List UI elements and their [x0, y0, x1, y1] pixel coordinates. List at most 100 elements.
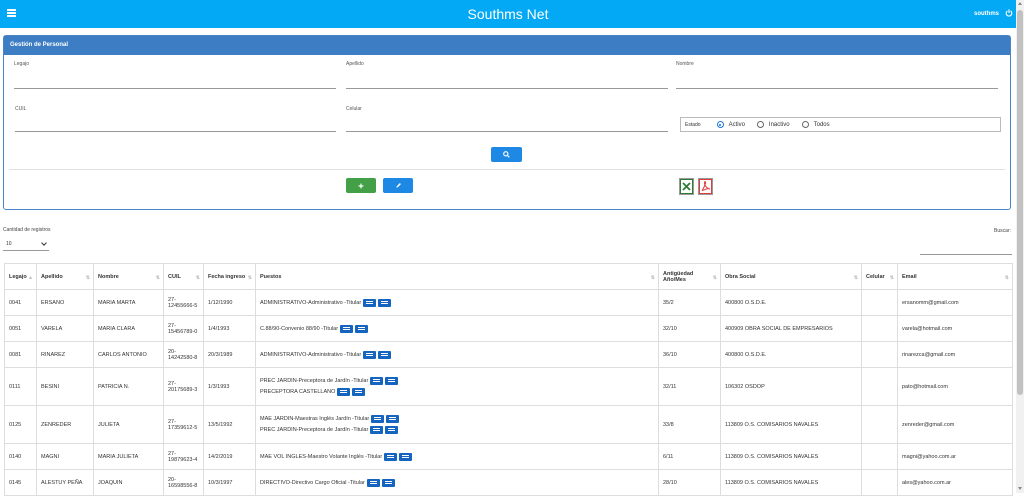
list-icon[interactable] [381, 478, 395, 487]
table-row[interactable]: 0111 BESINI PATRICIA N. 27-20175689-3 1/3/19… [4, 367, 1013, 406]
column-header[interactable]: Legajo ▲ [4, 263, 37, 290]
list-icon[interactable] [378, 298, 392, 307]
cell-puestos: DIRECTIVO-Directivo Cargo Oficial -Titul… [255, 469, 659, 496]
cell-fecha-ingreso: 1/12/1990 [203, 289, 256, 316]
add-personal-button[interactable] [346, 178, 376, 193]
column-header[interactable]: Nombre ⇅ [93, 263, 164, 290]
pdf-icon [699, 179, 712, 194]
scroll-up-arrow-icon[interactable] [1018, 2, 1022, 5]
radio-todos-label: Todos [813, 121, 830, 128]
list-icon[interactable] [378, 350, 392, 359]
sort-icon: ⇅ [853, 275, 858, 281]
legajo-field[interactable]: Legajo [14, 61, 336, 89]
column-header[interactable]: Celular ⇅ [861, 263, 898, 290]
table-row[interactable]: 0145 ALESTUY PEÑA JOAQUIN 20-16598556-8 10/3… [4, 469, 1013, 496]
nombre-label: Nombre [676, 61, 694, 67]
cell-obra-social: 400800 O.S.D.E. [720, 289, 862, 316]
cell-apellido: BESINI [36, 367, 94, 406]
id-card-icon[interactable] [340, 324, 354, 333]
list-icon[interactable] [385, 377, 399, 385]
cell-puestos: ADMINISTRATIVO-Administrativo -Titular [255, 341, 659, 368]
cell-obra-social: 113809 O.S. COMISARIOS NAVALES [720, 405, 862, 444]
list-icon[interactable] [352, 388, 366, 396]
puesto-entry: MAE JARDIN-Maestras Inglés Jardín -Titul… [260, 414, 654, 425]
id-card-icon[interactable] [363, 298, 377, 307]
pencil-icon [395, 183, 401, 188]
cell-nombre: MARIA JULIETA [93, 443, 164, 470]
sort-icon: ⇅ [650, 275, 655, 281]
id-card-icon[interactable] [384, 452, 398, 461]
cuil-label: CUIL [15, 106, 27, 112]
scrollbar-thumb[interactable] [1017, 10, 1023, 395]
sort-icon: ⇅ [712, 275, 717, 281]
id-card-icon[interactable] [370, 377, 384, 385]
nombre-field[interactable]: Nombre [676, 61, 998, 89]
cell-antiguedad: 32/11 [658, 367, 721, 406]
user-name[interactable]: southms [974, 11, 999, 17]
cell-obra-social: 400909 OBRA SOCIAL DE EMPRESARIOS [720, 315, 862, 342]
cell-puestos: ADMINISTRATIVO-Administrativo -Titular [255, 289, 659, 316]
edit-personal-button[interactable] [383, 178, 413, 193]
cell-apellido: RINAREZ [36, 341, 94, 368]
radio-inactivo[interactable]: Inactivo [756, 121, 790, 128]
cell-obra-social: 106302 OSDOP [720, 367, 862, 406]
radio-unchecked-icon [801, 121, 809, 128]
personal-filter-panel: Gestión de Personal Legajo Apellido Nomb… [3, 35, 1011, 210]
column-header[interactable]: Puestos ⇅ [255, 263, 659, 290]
cell-cuil: 27-19879623-4 [163, 443, 204, 470]
cell-cuil: 27-20175689-3 [163, 367, 204, 406]
power-icon[interactable] [1005, 9, 1013, 17]
table-row[interactable]: 0051 VARELA MARIA CLARA 27-15456789-0 1/4/19… [4, 315, 1013, 342]
excel-export-button[interactable] [679, 178, 694, 195]
table-row[interactable]: 0140 MAGNI MARIA JULIETA 27-19879623-4 14/2/… [4, 443, 1013, 470]
column-header[interactable]: Fecha ingreso ⇅ [203, 263, 256, 290]
puesto-label: ADMINISTRATIVO-Administrativo -Titular [260, 351, 362, 358]
cell-celular [861, 469, 898, 496]
list-icon[interactable] [385, 426, 399, 434]
column-header[interactable]: CUIL ⇅ [163, 263, 204, 290]
puesto-entry: DIRECTIVO-Directivo Cargo Oficial -Titul… [260, 477, 654, 488]
table-row[interactable]: 0125 ZENREDER JULIETA 27-17359612-5 13/5/199… [4, 405, 1013, 444]
radio-todos[interactable]: Todos [801, 121, 830, 128]
cell-cuil: 27-12455666-5 [163, 289, 204, 316]
cuil-field[interactable]: CUIL [15, 106, 336, 132]
cantidad-registros-select[interactable]: 10 [3, 237, 49, 251]
puesto-label: DIRECTIVO-Directivo Cargo Oficial -Titul… [260, 479, 365, 486]
table-header-row: Legajo ▲ Apellido ⇅ Nombre ⇅ CUIL ⇅ Fecha in… [4, 263, 1013, 290]
id-card-icon[interactable] [370, 426, 384, 434]
buscar-input[interactable] [920, 254, 1012, 255]
cell-fecha-ingreso: 13/5/1992 [203, 405, 256, 444]
cell-nombre: JOAQUIN [93, 469, 164, 496]
search-button[interactable] [491, 147, 522, 162]
id-card-icon[interactable] [366, 478, 380, 487]
celular-field[interactable]: Celular [346, 106, 668, 132]
id-card-icon[interactable] [363, 350, 377, 359]
cell-nombre: JULIETA [93, 405, 164, 444]
column-header[interactable]: Email ⇅ [897, 263, 1013, 290]
puesto-label: C.88/90-Convenio 88/90 -Titular [260, 325, 339, 332]
cell-email: pato@hotmail.com [897, 367, 1013, 406]
table-row[interactable]: 0081 RINAREZ CARLOS ANTONIO 20-14242580-8 20… [4, 341, 1013, 368]
page-scrollbar[interactable] [1016, 0, 1024, 493]
column-header[interactable]: Antigüedad Año/Mes ⇅ [658, 263, 721, 290]
pdf-export-button[interactable] [698, 178, 713, 195]
list-icon[interactable] [399, 452, 413, 461]
table-row[interactable]: 0041 ERSANO MARIA MARTA 27-12455666-5 1/12/1… [4, 289, 1013, 316]
id-card-icon[interactable] [337, 388, 351, 396]
scroll-down-arrow-icon[interactable] [1018, 487, 1022, 490]
cell-email: rinarezca@gmail.com [897, 341, 1013, 368]
cantidad-registros-value: 10 [6, 241, 12, 247]
apellido-field[interactable]: Apellido [346, 61, 668, 89]
id-card-icon[interactable] [371, 415, 385, 423]
cell-celular [861, 443, 898, 470]
sort-icon: ⇅ [195, 275, 200, 281]
column-header[interactable]: Apellido ⇅ [36, 263, 94, 290]
column-header[interactable]: Obra Social ⇅ [720, 263, 862, 290]
cell-cuil: 20-16598556-8 [163, 469, 204, 496]
puesto-label: MAE JARDIN-Maestras Inglés Jardín -Titul… [260, 416, 370, 422]
radio-inactivo-label: Inactivo [768, 121, 790, 128]
list-icon[interactable] [355, 324, 369, 333]
list-icon[interactable] [386, 415, 400, 423]
panel-title: Gestión de Personal [4, 36, 1010, 55]
radio-activo[interactable]: Activo [716, 121, 745, 128]
